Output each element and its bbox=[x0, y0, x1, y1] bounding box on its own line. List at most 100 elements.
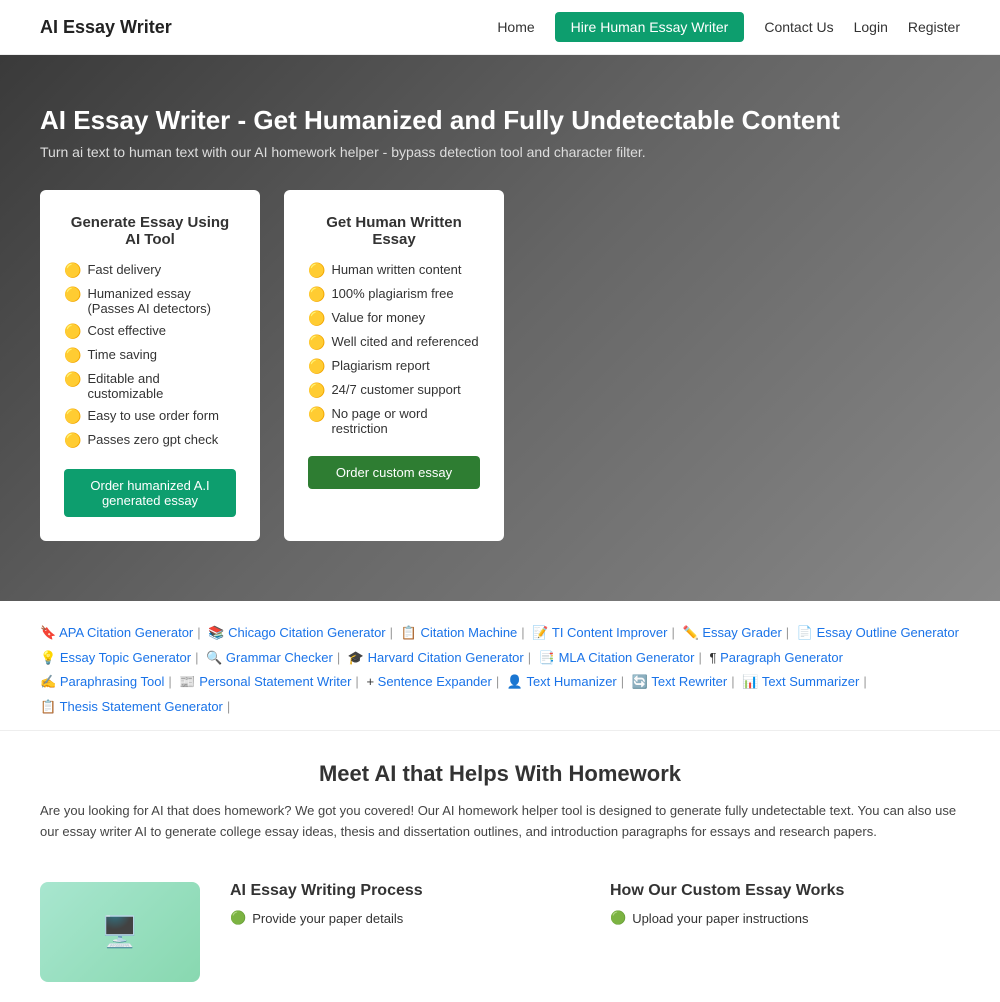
process-col: AI Essay Writing Process 🟢 Provide your … bbox=[230, 882, 580, 932]
custom-icon: 🟢 bbox=[610, 910, 626, 926]
bullet-icon: 🟡 bbox=[64, 371, 81, 388]
bullet-icon: 🟡 bbox=[64, 323, 81, 340]
bullet-icon: 🟡 bbox=[308, 286, 325, 303]
ai-feature-3: 🟡Cost effective bbox=[64, 323, 236, 340]
tool-icon-15: 👤 bbox=[507, 674, 523, 689]
nav-contact[interactable]: Contact Us bbox=[764, 19, 833, 35]
tool-icon-11: ¶ bbox=[709, 650, 716, 665]
bullet-icon: 🟡 bbox=[64, 347, 81, 364]
cards-row: Generate Essay Using AI Tool 🟡Fast deliv… bbox=[40, 190, 960, 541]
tool-personal-statement[interactable]: Personal Statement Writer bbox=[199, 674, 351, 689]
tool-icon-17: 📊 bbox=[742, 674, 758, 689]
tool-harvard[interactable]: Harvard Citation Generator bbox=[368, 650, 524, 665]
tool-icon-16: 🔄 bbox=[632, 674, 648, 689]
tool-paragraph[interactable]: Paragraph Generator bbox=[720, 650, 843, 665]
tool-icon-13: 📰 bbox=[179, 674, 195, 689]
bottom-row: 🖥️ AI Essay Writing Process 🟢 Provide yo… bbox=[0, 882, 1000, 1002]
ai-tool-card: Generate Essay Using AI Tool 🟡Fast deliv… bbox=[40, 190, 260, 541]
tool-icon-4: 📝 bbox=[532, 625, 548, 640]
ai-features-list: 🟡Fast delivery 🟡Humanized essay (Passes … bbox=[64, 262, 236, 449]
bullet-icon: 🟡 bbox=[308, 334, 325, 351]
nav-logo: AI Essay Writer bbox=[40, 17, 172, 38]
human-feature-7: 🟡No page or word restriction bbox=[308, 406, 480, 436]
custom-title: How Our Custom Essay Works bbox=[610, 882, 960, 900]
tool-icon-12: ✍️ bbox=[40, 674, 56, 689]
hero-content: AI Essay Writer - Get Humanized and Full… bbox=[40, 105, 960, 541]
tool-icon-1: 🔖 bbox=[40, 625, 56, 640]
tool-chicago-citation[interactable]: Chicago Citation Generator bbox=[228, 625, 386, 640]
human-feature-6: 🟡24/7 customer support bbox=[308, 382, 480, 399]
navbar: AI Essay Writer Home Hire Human Essay Wr… bbox=[0, 0, 1000, 55]
tool-icon-2: 📚 bbox=[208, 625, 224, 640]
tool-icon-9: 🎓 bbox=[348, 650, 364, 665]
human-feature-2: 🟡100% plagiarism free bbox=[308, 286, 480, 303]
tools-section: 🔖 APA Citation Generator| 📚 Chicago Cita… bbox=[0, 601, 1000, 731]
custom-item-1: 🟢 Upload your paper instructions bbox=[610, 910, 960, 926]
tool-paraphrasing[interactable]: Paraphrasing Tool bbox=[60, 674, 165, 689]
meet-body: Are you looking for AI that does homewor… bbox=[40, 801, 960, 843]
ai-feature-7: 🟡Passes zero gpt check bbox=[64, 432, 236, 449]
hero-subtitle: Turn ai text to human text with our AI h… bbox=[40, 144, 960, 160]
ai-feature-2: 🟡Humanized essay (Passes AI detectors) bbox=[64, 286, 236, 316]
order-human-button[interactable]: Order custom essay bbox=[308, 456, 480, 489]
tool-essay-topic[interactable]: Essay Topic Generator bbox=[60, 650, 191, 665]
bullet-icon: 🟡 bbox=[308, 382, 325, 399]
process-list: 🟢 Provide your paper details bbox=[230, 910, 580, 926]
tool-essay-outline[interactable]: Essay Outline Generator bbox=[817, 625, 959, 640]
bullet-icon: 🟡 bbox=[308, 310, 325, 327]
bullet-icon: 🟡 bbox=[308, 358, 325, 375]
human-card-title: Get Human Written Essay bbox=[308, 214, 480, 248]
meet-title: Meet AI that Helps With Homework bbox=[40, 761, 960, 787]
nav-links: Home Hire Human Essay Writer Contact Us … bbox=[497, 12, 960, 42]
tool-text-summarizer[interactable]: Text Summarizer bbox=[762, 674, 860, 689]
ai-feature-1: 🟡Fast delivery bbox=[64, 262, 236, 279]
tool-icon-18: 📋 bbox=[40, 699, 56, 714]
ai-feature-5: 🟡Editable and customizable bbox=[64, 371, 236, 401]
tool-essay-grader[interactable]: Essay Grader bbox=[702, 625, 781, 640]
tool-content-improver[interactable]: TI Content Improver bbox=[552, 625, 668, 640]
nav-home[interactable]: Home bbox=[497, 19, 534, 35]
human-features-list: 🟡Human written content 🟡100% plagiarism … bbox=[308, 262, 480, 436]
process-item-1: 🟢 Provide your paper details bbox=[230, 910, 580, 926]
ai-feature-6: 🟡Easy to use order form bbox=[64, 408, 236, 425]
human-feature-4: 🟡Well cited and referenced bbox=[308, 334, 480, 351]
tool-icon-5: ✏️ bbox=[683, 625, 699, 640]
process-icon: 🟢 bbox=[230, 910, 246, 926]
tool-icon-8: 🔍 bbox=[206, 650, 222, 665]
bullet-icon: 🟡 bbox=[308, 406, 325, 423]
bullet-icon: 🟡 bbox=[308, 262, 325, 279]
tool-icon-14: + bbox=[366, 674, 374, 689]
ai-feature-4: 🟡Time saving bbox=[64, 347, 236, 364]
bullet-icon: 🟡 bbox=[64, 432, 81, 449]
hero-section: AI Essay Writer - Get Humanized and Full… bbox=[0, 55, 1000, 601]
tool-citation-machine[interactable]: Citation Machine bbox=[420, 625, 517, 640]
nav-hire-btn[interactable]: Hire Human Essay Writer bbox=[555, 12, 745, 42]
bullet-icon: 🟡 bbox=[64, 286, 81, 303]
illustration-image: 🖥️ bbox=[40, 882, 200, 982]
meet-section: Meet AI that Helps With Homework Are you… bbox=[0, 731, 1000, 883]
tool-sentence-expander[interactable]: Sentence Expander bbox=[378, 674, 492, 689]
tool-text-rewriter[interactable]: Text Rewriter bbox=[651, 674, 727, 689]
nav-register[interactable]: Register bbox=[908, 19, 960, 35]
hero-title: AI Essay Writer - Get Humanized and Full… bbox=[40, 105, 960, 136]
tool-icon-3: 📋 bbox=[401, 625, 417, 640]
tool-mla[interactable]: MLA Citation Generator bbox=[559, 650, 695, 665]
human-feature-5: 🟡Plagiarism report bbox=[308, 358, 480, 375]
tool-icon-7: 💡 bbox=[40, 650, 56, 665]
custom-col: How Our Custom Essay Works 🟢 Upload your… bbox=[610, 882, 960, 932]
bullet-icon: 🟡 bbox=[64, 408, 81, 425]
order-ai-button[interactable]: Order humanized A.I generated essay bbox=[64, 469, 236, 517]
tool-icon-6: 📄 bbox=[797, 625, 813, 640]
custom-list: 🟢 Upload your paper instructions bbox=[610, 910, 960, 926]
tool-text-humanizer[interactable]: Text Humanizer bbox=[526, 674, 616, 689]
tool-apa-citation[interactable]: APA Citation Generator bbox=[59, 625, 193, 640]
tool-icon-10: 📑 bbox=[539, 650, 555, 665]
human-card: Get Human Written Essay 🟡Human written c… bbox=[284, 190, 504, 541]
human-feature-3: 🟡Value for money bbox=[308, 310, 480, 327]
tool-grammar[interactable]: Grammar Checker bbox=[226, 650, 333, 665]
tool-thesis[interactable]: Thesis Statement Generator bbox=[60, 699, 223, 714]
process-title: AI Essay Writing Process bbox=[230, 882, 580, 900]
nav-login[interactable]: Login bbox=[854, 19, 888, 35]
bullet-icon: 🟡 bbox=[64, 262, 81, 279]
human-feature-1: 🟡Human written content bbox=[308, 262, 480, 279]
